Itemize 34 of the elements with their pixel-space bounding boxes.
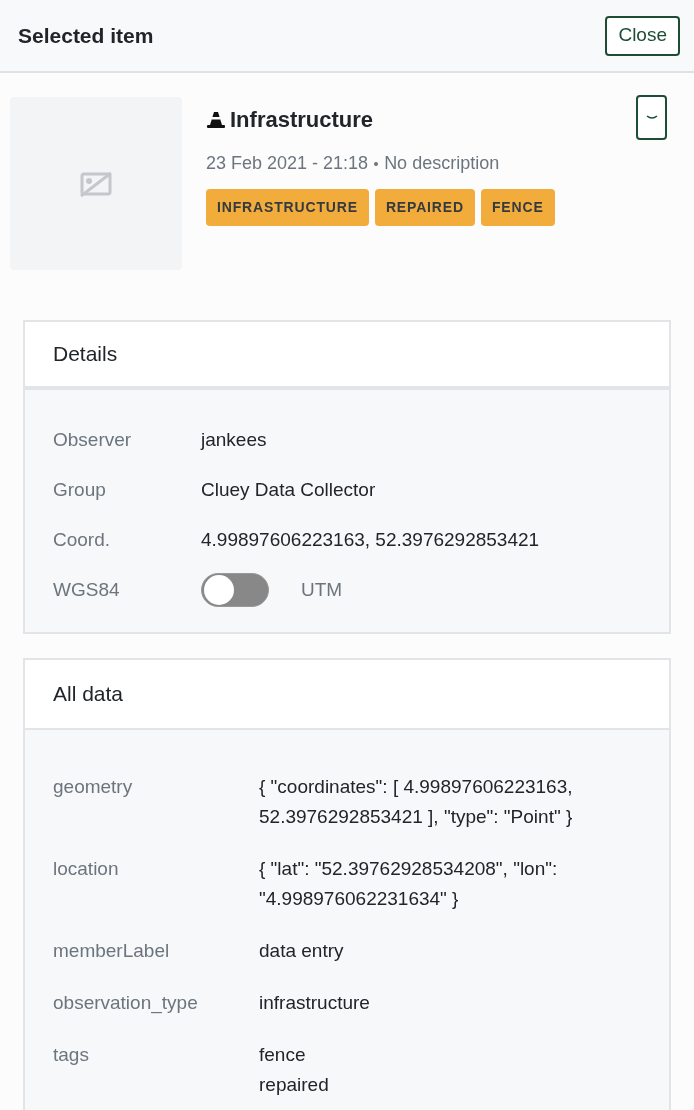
tag-badge: REPAIRED [374,189,475,226]
field-value: infrastructure [259,991,371,1015]
toggle-switch[interactable] [201,573,269,607]
item-description: No description [384,152,500,175]
card-title: All data [53,681,124,708]
field-value: fence [259,1043,307,1067]
tag-badge: INFRASTRUCTURE [206,189,369,226]
card-title: Details [53,341,118,368]
field-value: repaired [259,1073,330,1097]
field-value: data entry [259,939,345,963]
tag-badge: FENCE [480,189,555,226]
item-title: Infrastructure [230,106,374,134]
no-image-icon [79,170,113,197]
field-value: Cluey Data Collector [201,477,376,502]
field-label: location [53,857,120,881]
toggle-label: UTM [301,577,343,602]
close-button[interactable]: Close [605,15,680,56]
field-label: observation_type [53,991,199,1016]
field-label: WGS84 [53,577,121,602]
item-date: 23 Feb 2021 - 21:18 [206,152,369,175]
chevron-down-icon [645,114,658,121]
field-value: jankees [201,427,267,452]
field-label: tags [53,1043,90,1067]
field-label: Observer [53,427,133,452]
field-value: { "lat": "52.39762928534208", "lon": "4.998976062231634" } [259,857,559,911]
field-label: memberLabel [53,939,171,963]
field-value: { "coordinates": [ 4.99897606223163, 52.3976292853421 ], "type": "Point" } [259,775,574,829]
field-label: geometry [53,775,134,799]
field-value: 4.99897606223163, 52.3976292853421 [201,527,540,552]
field-label: Coord. [53,527,112,552]
panel-title: Selected item [18,22,154,49]
expand-button[interactable] [636,95,667,140]
field-label: Group [53,477,107,502]
cone-icon [206,110,226,129]
